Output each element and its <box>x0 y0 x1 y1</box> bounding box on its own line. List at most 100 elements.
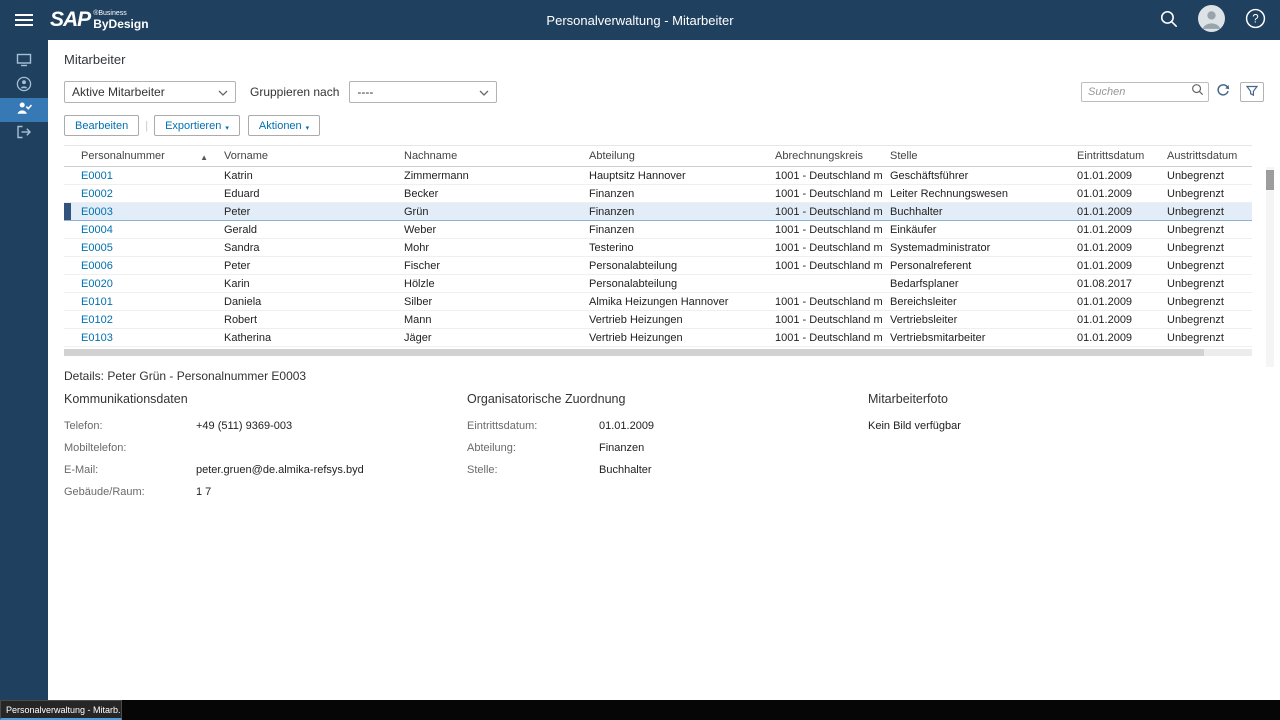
no-image-text: Kein Bild verfügbar <box>868 420 961 432</box>
actions-menu-button[interactable]: Aktionen ▾ <box>247 115 321 136</box>
search-input[interactable] <box>1088 86 1191 98</box>
view-select[interactable]: Aktive Mitarbeiter <box>64 81 236 103</box>
table-row[interactable]: E0103 Katherina Jäger Vertrieb Heizungen 100… <box>64 328 1252 347</box>
column-header[interactable]: Nachname <box>396 145 581 167</box>
table-cell: Bereichsleiter <box>882 292 1069 311</box>
table-cell: Unbegrenzt <box>1159 184 1252 203</box>
actions-button-label: Aktionen <box>258 119 302 132</box>
group-by-select[interactable]: ---- <box>349 81 498 103</box>
employee-id-link[interactable]: E0006 <box>81 260 113 272</box>
table-cell: Unbegrenzt <box>1159 256 1252 275</box>
employee-id-link[interactable]: E0020 <box>81 278 113 290</box>
taskbar-item[interactable]: Personalverwaltung - Mitarb... <box>0 700 122 720</box>
employee-table-body: E0001 Katrin Zimmermann Hauptsitz Hannover 1… <box>64 166 1252 347</box>
employee-id-link[interactable]: E0001 <box>81 170 113 182</box>
details-title: Details: Peter Grün - Personalnummer E00… <box>64 369 307 383</box>
employee-id-link[interactable]: E0003 <box>81 206 113 218</box>
field-label: Eintrittsdatum: <box>467 420 538 432</box>
communication-section: Kommunikationsdaten Telefon: +49 (511) 9… <box>64 392 467 508</box>
brand-business-text: ®Business <box>93 10 127 17</box>
table-row[interactable]: E0002 Eduard Becker Finanzen 1001 - Deutschl… <box>64 184 1252 203</box>
scrollbar-thumb[interactable] <box>64 349 1205 356</box>
table-cell: Finanzen <box>581 220 767 239</box>
export-menu-button[interactable]: Exportieren ▾ <box>154 115 240 136</box>
column-header[interactable]: Vorname <box>216 145 396 167</box>
table-row[interactable]: E0020 Karin Hölzle Personalabteilung Bedarfs… <box>64 274 1252 293</box>
table-cell: Vertrieb Heizungen <box>581 310 767 329</box>
column-header[interactable]: Abrechnungskreis <box>767 145 882 167</box>
sidebar-item-persons[interactable] <box>0 74 48 98</box>
avatar-icon <box>1198 5 1225 35</box>
table-row[interactable]: E0001 Katrin Zimmermann Hauptsitz Hannover 1… <box>64 166 1252 185</box>
scrollbar-thumb[interactable] <box>1266 170 1274 190</box>
page-title: Mitarbeiter <box>64 52 126 67</box>
table-cell: Einkäufer <box>882 220 1069 239</box>
email-link[interactable]: peter.gruen@de.almika-refsys.byd <box>196 464 364 477</box>
help-button[interactable]: ? <box>1245 8 1266 32</box>
employee-photo-section: Mitarbeiterfoto Kein Bild verfügbar <box>868 392 1264 508</box>
search-icon[interactable] <box>1191 83 1204 101</box>
refresh-icon <box>1216 83 1230 101</box>
employee-photo-heading: Mitarbeiterfoto <box>868 392 948 406</box>
column-header[interactable]: Eintrittsdatum <box>1069 145 1159 167</box>
phone-link[interactable]: +49 (511) 9369-003 <box>196 420 292 433</box>
table-cell: Eduard <box>216 184 396 203</box>
table-cell: 01.01.2009 <box>1069 238 1159 257</box>
view-select-value: Aktive Mitarbeiter <box>72 85 165 99</box>
table-cell: Unbegrenzt <box>1159 202 1252 221</box>
main-content: Mitarbeiter Aktive Mitarbeiter Gruppiere… <box>48 40 1280 700</box>
vertical-scrollbar[interactable] <box>1266 167 1274 367</box>
person-check-icon <box>16 100 33 121</box>
edit-button[interactable]: Bearbeiten <box>64 115 140 136</box>
table-cell: Katherina <box>216 328 396 347</box>
menu-hamburger-button[interactable] <box>0 0 48 40</box>
column-header[interactable]: Stelle <box>882 145 1069 167</box>
field-label: Stelle: <box>467 464 498 476</box>
table-cell: Almika Heizungen Hannover <box>581 292 767 311</box>
field-label: Gebäude/Raum: <box>64 486 145 498</box>
table-cell: 1001 - Deutschland mona... <box>767 166 882 185</box>
table-row[interactable]: E0003 Peter Grün Finanzen 1001 - Deutschland… <box>64 202 1252 221</box>
field-stelle: Stelle: Buchhalter <box>467 464 868 477</box>
table-cell: Unbegrenzt <box>1159 238 1252 257</box>
table-row[interactable]: E0006 Peter Fischer Personalabteilung 1001 -… <box>64 256 1252 275</box>
table-row[interactable]: E0004 Gerald Weber Finanzen 1001 - Deutschla… <box>64 220 1252 239</box>
table-cell: 01.01.2009 <box>1069 166 1159 185</box>
employee-id-link[interactable]: E0101 <box>81 296 113 308</box>
sidebar-item-employees[interactable] <box>0 98 48 122</box>
table-row[interactable]: E0102 Robert Mann Vertrieb Heizungen 1001 - … <box>64 310 1252 329</box>
sidebar-item-delegation[interactable] <box>0 122 48 146</box>
table-cell: 01.01.2009 <box>1069 220 1159 239</box>
table-cell: Geschäftsführer <box>882 166 1069 185</box>
employee-id-link[interactable]: E0103 <box>81 332 113 344</box>
column-header[interactable]: Personalnummer ▲ <box>64 145 216 167</box>
chevron-down-icon <box>218 85 228 99</box>
table-row[interactable]: E0101 Daniela Silber Almika Heizungen Hanno… <box>64 292 1252 311</box>
window-title: Personalverwaltung - Mitarbeiter <box>546 12 734 28</box>
global-search-button[interactable] <box>1159 9 1178 31</box>
field-label: Telefon: <box>64 420 103 432</box>
field-mobiltelefon: Mobiltelefon: <box>64 442 467 455</box>
employee-id-link[interactable]: E0004 <box>81 224 113 236</box>
table-cell: Peter <box>216 256 396 275</box>
table-cell: Hauptsitz Hannover <box>581 166 767 185</box>
table-cell: 01.01.2009 <box>1069 256 1159 275</box>
table-cell: Vertriebsmitarbeiter <box>882 328 1069 347</box>
field-telefon: Telefon: +49 (511) 9369-003 <box>64 420 467 433</box>
column-header[interactable]: Abteilung <box>581 145 767 167</box>
field-gebaeude-raum: Gebäude/Raum: 1 7 <box>64 486 467 499</box>
table-cell: Gerald <box>216 220 396 239</box>
menu-arrow-icon: ▾ <box>225 124 229 132</box>
horizontal-scrollbar[interactable] <box>64 349 1252 356</box>
table-row[interactable]: E0005 Sandra Mohr Testerino 1001 - Deutschla… <box>64 238 1252 257</box>
column-header[interactable]: Austrittsdatum <box>1159 145 1252 167</box>
sidebar-item-overview[interactable] <box>0 50 48 74</box>
employee-id-link[interactable]: E0005 <box>81 242 113 254</box>
employee-id-link[interactable]: E0002 <box>81 188 113 200</box>
filter-button[interactable] <box>1240 82 1264 102</box>
refresh-button[interactable] <box>1216 83 1230 101</box>
user-avatar-button[interactable] <box>1198 5 1225 35</box>
table-cell: Systemadministrator <box>882 238 1069 257</box>
employee-id-link[interactable]: E0102 <box>81 314 113 326</box>
svg-text:?: ? <box>1252 13 1258 25</box>
